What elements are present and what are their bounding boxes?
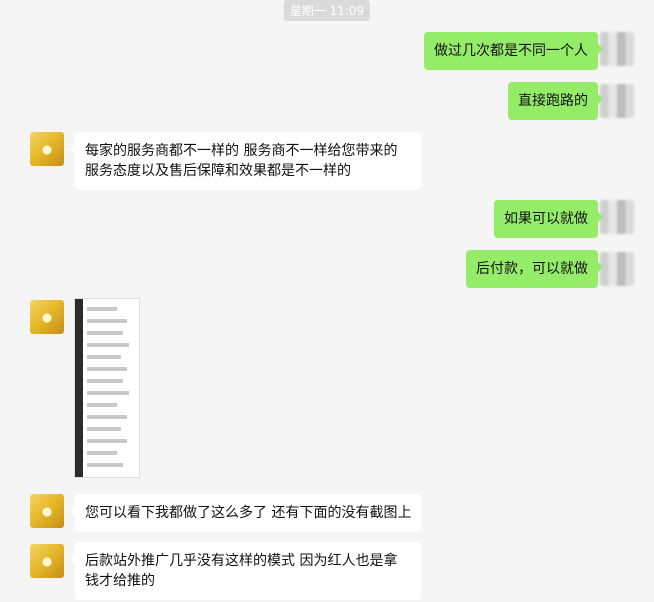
message-bubble-left[interactable]: 后款站外推广几乎没有这样的模式 因为红人也是拿钱才给推的 bbox=[70, 542, 421, 600]
image-line bbox=[87, 319, 127, 323]
message-bubble-right[interactable]: 后付款，可以就做 bbox=[466, 250, 603, 288]
message-bubble-right[interactable]: 直接跑路的 bbox=[508, 82, 603, 120]
image-line bbox=[87, 463, 123, 467]
image-line bbox=[87, 355, 121, 359]
contact-avatar[interactable] bbox=[30, 544, 64, 578]
image-line bbox=[87, 379, 123, 383]
contact-avatar[interactable] bbox=[30, 494, 64, 528]
image-line bbox=[87, 439, 127, 443]
image-line bbox=[87, 343, 129, 347]
image-line bbox=[87, 451, 117, 455]
image-line bbox=[87, 331, 123, 335]
message-bubble-right[interactable]: 如果可以就做 bbox=[494, 200, 603, 238]
my-avatar[interactable] bbox=[600, 32, 634, 66]
image-line bbox=[87, 403, 117, 407]
message-bubble-right[interactable]: 做过几次都是不同一个人 bbox=[424, 32, 603, 70]
image-sidebar bbox=[75, 299, 83, 477]
message-bubble-left[interactable]: 您可以看下我都做了这么多了 还有下面的没有截图上 bbox=[69, 494, 422, 532]
image-line bbox=[87, 415, 127, 419]
my-avatar[interactable] bbox=[600, 84, 634, 118]
image-line bbox=[87, 367, 127, 371]
message-bubble-left[interactable]: 每家的服务商都不一样的 服务商不一样给您带来的服务态度以及售后保障和效果都是不一… bbox=[70, 132, 421, 190]
image-line bbox=[87, 391, 129, 395]
my-avatar[interactable] bbox=[600, 200, 634, 234]
image-message[interactable] bbox=[74, 298, 140, 478]
my-avatar[interactable] bbox=[600, 252, 634, 286]
image-line bbox=[87, 307, 117, 311]
timestamp: 星期一 11:09 bbox=[283, 0, 371, 21]
contact-avatar[interactable] bbox=[30, 300, 64, 334]
image-line bbox=[87, 427, 121, 431]
contact-avatar[interactable] bbox=[30, 132, 64, 166]
